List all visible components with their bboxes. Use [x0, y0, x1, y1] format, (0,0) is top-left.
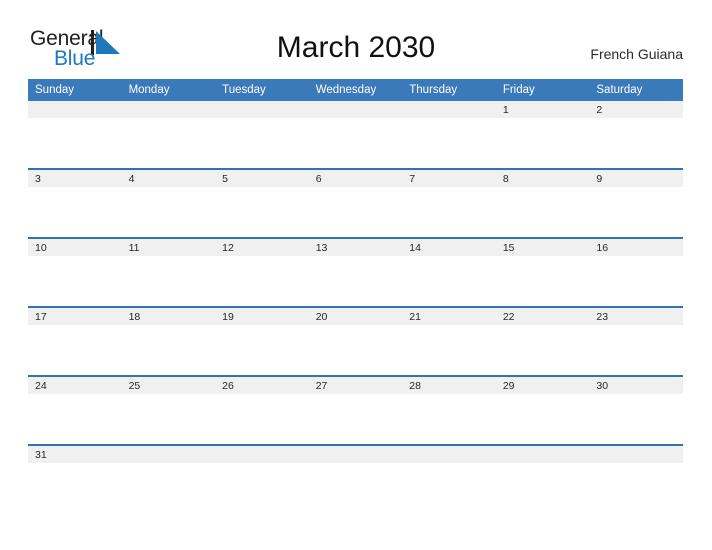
- day-number: 31: [35, 449, 47, 461]
- day-cell[interactable]: 26: [215, 375, 309, 445]
- calendar-week-row: 31: [28, 444, 683, 468]
- day-cell[interactable]: [121, 444, 216, 468]
- calendar-body: 1 2 3 4 5 6 7 8 9 10 11 12 13 14 15 16 1…: [28, 101, 683, 468]
- calendar-week-row: 3 4 5 6 7 8 9: [28, 168, 683, 238]
- day-number: 12: [222, 242, 234, 254]
- day-cell[interactable]: 1: [495, 101, 590, 169]
- day-cell[interactable]: 23: [589, 306, 683, 376]
- day-cell[interactable]: 9: [589, 168, 683, 238]
- day-cell[interactable]: 15: [495, 237, 590, 307]
- day-cell[interactable]: 8: [495, 168, 590, 238]
- day-cell[interactable]: 27: [308, 375, 403, 445]
- day-number: 24: [35, 380, 47, 392]
- day-number: 30: [596, 380, 609, 392]
- day-cell[interactable]: 18: [121, 306, 216, 376]
- day-cell[interactable]: [402, 101, 496, 169]
- day-cell[interactable]: 22: [495, 306, 590, 376]
- day-cell[interactable]: 21: [402, 306, 496, 376]
- day-cell[interactable]: [215, 444, 309, 468]
- day-cell[interactable]: 11: [121, 237, 216, 307]
- day-number: 9: [596, 173, 603, 185]
- day-cell[interactable]: [402, 444, 496, 468]
- calendar-week-row: 24 25 26 27 28 29 30: [28, 375, 683, 445]
- day-cell[interactable]: 13: [308, 237, 403, 307]
- day-number: 22: [502, 311, 515, 323]
- day-number: 2: [596, 104, 603, 116]
- day-cell[interactable]: 4: [121, 168, 216, 238]
- day-cell[interactable]: 16: [589, 237, 683, 307]
- day-number: 15: [502, 242, 515, 254]
- day-number: 21: [409, 311, 421, 323]
- day-number: 23: [596, 311, 609, 323]
- day-number: 16: [596, 242, 609, 254]
- weekday-header-monday: Monday: [121, 79, 216, 101]
- day-number: 11: [128, 242, 140, 254]
- calendar-header-row: Sunday Monday Tuesday Wednesday Thursday…: [28, 79, 683, 101]
- day-cell[interactable]: 2: [589, 101, 683, 169]
- day-number: 7: [409, 173, 416, 185]
- day-number: 6: [315, 173, 322, 185]
- day-cell[interactable]: 20: [308, 306, 403, 376]
- calendar-week-row: 1 2: [28, 101, 683, 169]
- day-cell[interactable]: [28, 101, 122, 169]
- day-number: 10: [35, 242, 47, 254]
- day-cell[interactable]: 14: [402, 237, 496, 307]
- day-cell[interactable]: 25: [121, 375, 216, 445]
- day-number: 25: [128, 380, 141, 392]
- day-cell[interactable]: 30: [589, 375, 683, 445]
- weekday-header-friday: Friday: [495, 79, 590, 101]
- day-number: 27: [315, 380, 328, 392]
- day-number: 8: [502, 173, 509, 185]
- weekday-header-tuesday: Tuesday: [215, 79, 309, 101]
- page-header: General Blue March 2030 French Guiana: [0, 0, 712, 78]
- day-cell[interactable]: 10: [28, 237, 122, 307]
- day-cell[interactable]: [495, 444, 590, 468]
- calendar-week-row: 10 11 12 13 14 15 16: [28, 237, 683, 307]
- day-number: 13: [315, 242, 328, 254]
- day-number: 28: [409, 380, 421, 392]
- day-number: 4: [128, 173, 135, 185]
- day-number: 1: [502, 104, 509, 116]
- day-cell[interactable]: 31: [28, 444, 122, 468]
- day-cell[interactable]: 6: [308, 168, 403, 238]
- calendar-table: Sunday Monday Tuesday Wednesday Thursday…: [28, 79, 683, 468]
- day-cell[interactable]: 19: [215, 306, 309, 376]
- day-cell[interactable]: 24: [28, 375, 122, 445]
- day-number: 26: [222, 380, 234, 392]
- weekday-header-wednesday: Wednesday: [308, 79, 403, 101]
- day-cell[interactable]: 12: [215, 237, 309, 307]
- day-cell[interactable]: [308, 444, 403, 468]
- day-cell[interactable]: 5: [215, 168, 309, 238]
- day-number: 3: [35, 173, 41, 185]
- day-number: 5: [222, 173, 228, 185]
- day-number: 19: [222, 311, 234, 323]
- weekday-header-sunday: Sunday: [28, 79, 122, 101]
- day-number: 20: [315, 311, 328, 323]
- day-cell[interactable]: [589, 444, 683, 468]
- weekday-header-saturday: Saturday: [589, 79, 683, 101]
- day-cell[interactable]: [215, 101, 309, 169]
- day-cell[interactable]: 28: [402, 375, 496, 445]
- day-cell[interactable]: 7: [402, 168, 496, 238]
- weekday-header-thursday: Thursday: [402, 79, 496, 101]
- day-cell[interactable]: [308, 101, 403, 169]
- day-number: 29: [502, 380, 515, 392]
- day-cell[interactable]: [121, 101, 216, 169]
- day-cell[interactable]: 17: [28, 306, 122, 376]
- day-number: 14: [409, 242, 421, 254]
- day-number: 18: [128, 311, 141, 323]
- day-cell[interactable]: 3: [28, 168, 122, 238]
- day-number: 17: [35, 311, 47, 323]
- calendar-week-row: 17 18 19 20 21 22 23: [28, 306, 683, 376]
- day-cell[interactable]: 29: [495, 375, 590, 445]
- location-label: French Guiana: [590, 46, 683, 62]
